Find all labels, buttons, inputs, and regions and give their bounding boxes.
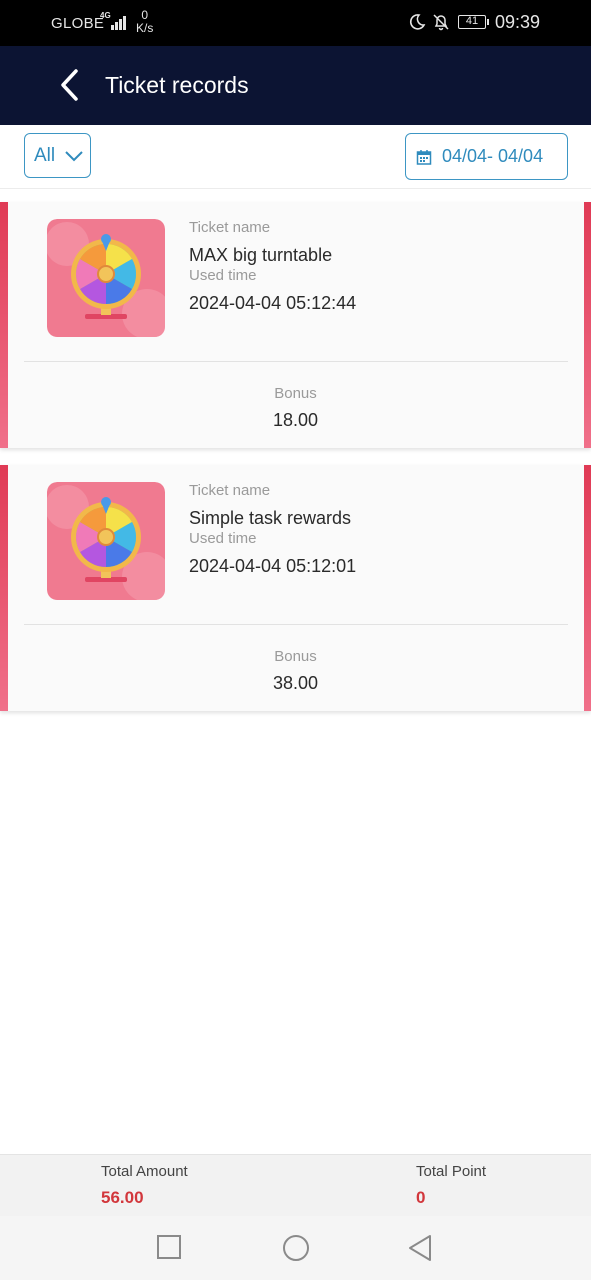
prize-wheel-icon: [47, 219, 165, 337]
moon-icon: [409, 14, 426, 30]
used-time-label: Used time: [189, 267, 257, 284]
date-range-text: 04/04- 04/04: [442, 146, 544, 166]
bonus-label: Bonus: [274, 385, 317, 402]
ticket-name: Simple task rewards: [189, 508, 352, 528]
carrier-name: GLOBE: [51, 15, 105, 32]
battery-level: 41: [465, 15, 479, 27]
speed-unit: K/s: [136, 21, 154, 35]
total-point-label: Total Point: [416, 1163, 487, 1180]
used-time: 2024-04-04 05:12:44: [189, 293, 357, 313]
home-circle-icon[interactable]: [282, 1234, 310, 1262]
used-time-label: Used time: [189, 530, 257, 547]
battery-icon: 41: [458, 15, 489, 29]
ticket-record-card[interactable]: Ticket name MAX big turntable Used time …: [0, 202, 591, 448]
calendar-icon: [416, 149, 432, 165]
network-speed: 0 K/s: [136, 9, 153, 35]
card-divider: [24, 624, 568, 625]
totals-bar: Total Amount 56.00 Total Point 0: [0, 1154, 591, 1217]
page-title: Ticket records: [105, 72, 249, 98]
prize-wheel-icon: [47, 482, 165, 600]
status-bar: GLOBE 4G 0 K/s 41 09:39: [0, 0, 591, 46]
date-range-picker[interactable]: 04/04- 04/04: [405, 133, 568, 180]
used-time: 2024-04-04 05:12:01: [189, 556, 357, 576]
type-filter-label: All: [34, 144, 56, 166]
recent-apps-square-icon[interactable]: [156, 1234, 182, 1260]
bell-off-icon: [433, 14, 449, 31]
filter-bar: All 04/04- 04/04: [0, 125, 591, 189]
bonus-label: Bonus: [274, 648, 317, 665]
app-header: Ticket records: [0, 46, 591, 125]
total-point-value: 0: [416, 1188, 426, 1207]
ticket-name-label: Ticket name: [189, 219, 271, 236]
bonus-value: 38.00: [272, 673, 319, 693]
system-nav-bar: [0, 1216, 591, 1280]
chevron-left-icon[interactable]: [56, 66, 86, 104]
chevron-down-icon: [65, 150, 83, 161]
total-amount-value: 56.00: [101, 1188, 144, 1207]
signal-icon: [109, 14, 129, 30]
ticket-name-label: Ticket name: [189, 482, 271, 499]
bonus-value: 18.00: [272, 410, 319, 430]
ticket-record-card[interactable]: Ticket name Simple task rewards Used tim…: [0, 465, 591, 711]
ticket-name: MAX big turntable: [189, 245, 333, 265]
back-triangle-icon[interactable]: [407, 1234, 433, 1262]
type-filter-select[interactable]: All: [24, 133, 91, 178]
clock: 09:39: [495, 12, 541, 32]
total-amount-label: Total Amount: [101, 1163, 188, 1180]
card-divider: [24, 361, 568, 362]
